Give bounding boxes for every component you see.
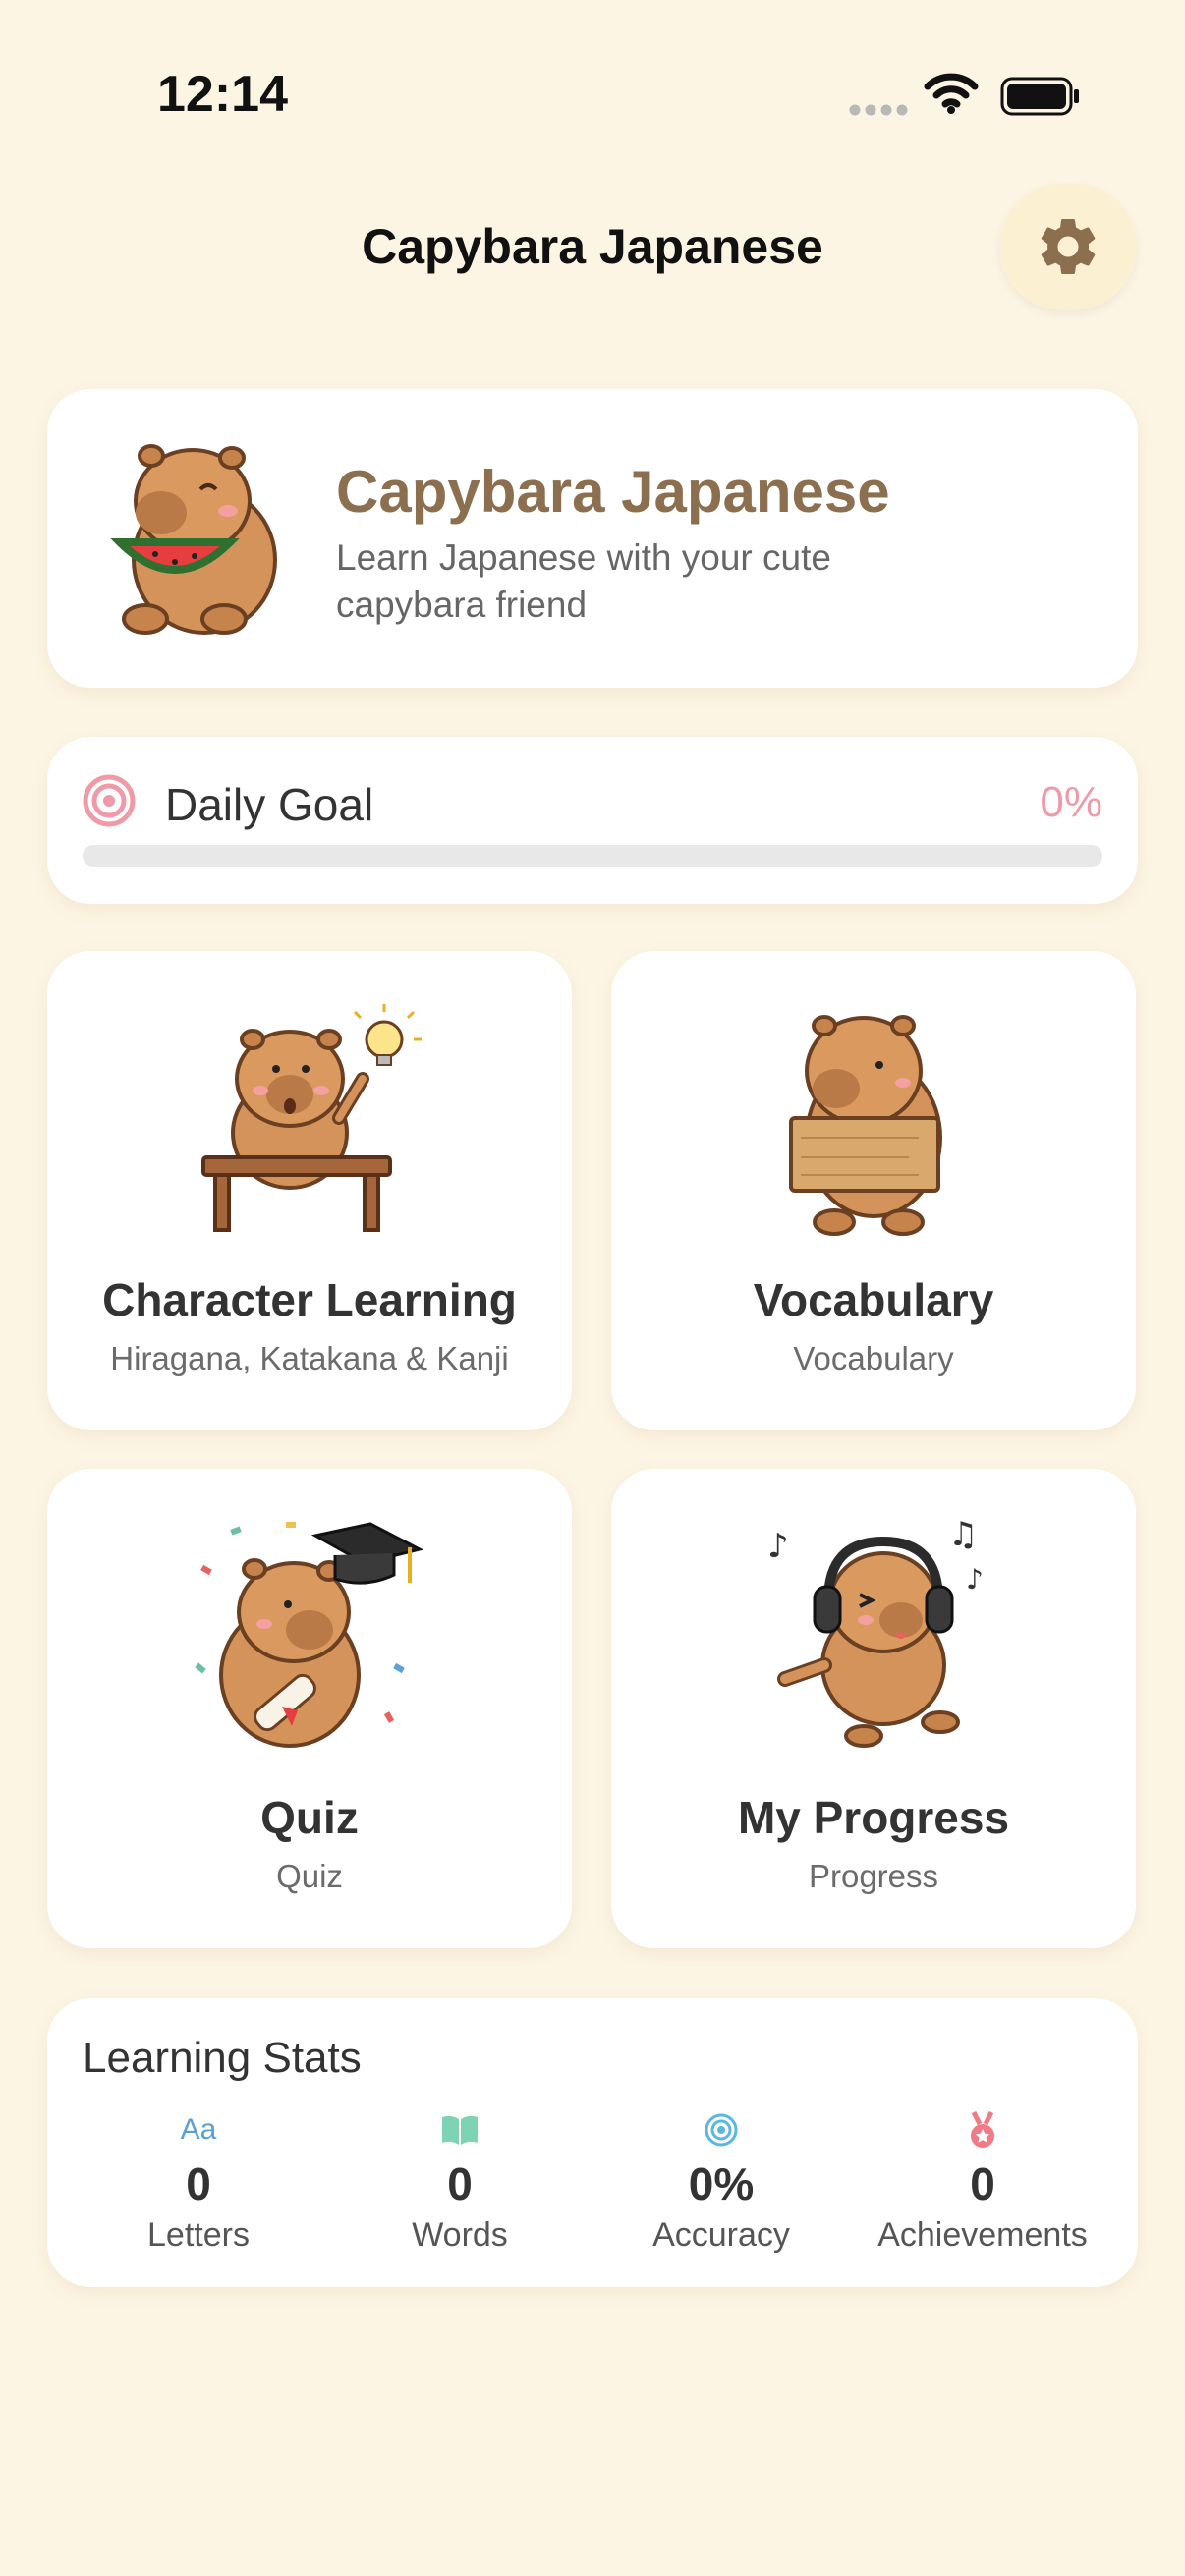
- cellular-signal-icon: [849, 104, 908, 116]
- learning-stats-title: Learning Stats: [83, 2034, 362, 2082]
- hero-title: Capybara Japanese: [336, 459, 890, 525]
- svg-text:♪: ♪: [767, 1527, 789, 1566]
- character-learning-subtitle: Hiragana, Katakana & Kanji: [110, 1340, 509, 1376]
- stat-achievements-value: 0: [970, 2158, 995, 2210]
- settings-button[interactable]: [999, 183, 1137, 310]
- quiz-card[interactable]: Quiz Quiz: [47, 1469, 572, 1948]
- book-icon: [442, 2115, 478, 2145]
- status-time: 12:14: [157, 66, 288, 123]
- capybara-headphones-illustration: ♪ ♫ ♪: [767, 1518, 984, 1748]
- gear-icon: [1041, 218, 1096, 274]
- learning-stats-card: Learning Stats Aa 0 Letters 0 Words 0% A…: [47, 1998, 1138, 2287]
- stat-achievements: 0 Achievements: [875, 2108, 1091, 2255]
- my-progress-title: My Progress: [737, 1792, 1010, 1843]
- vocabulary-title: Vocabulary: [753, 1274, 994, 1325]
- daily-goal-label: Daily Goal: [165, 779, 374, 830]
- character-learning-title: Character Learning: [102, 1274, 517, 1325]
- hero-card: Capybara Japanese Learn Japanese with yo…: [47, 389, 1138, 688]
- vocabulary-subtitle: Vocabulary: [793, 1340, 954, 1376]
- stat-letters-value: 0: [186, 2158, 211, 2210]
- quiz-title: Quiz: [260, 1792, 359, 1843]
- stat-words-label: Words: [412, 2216, 508, 2254]
- target-icon: [705, 2113, 738, 2147]
- daily-goal-percent: 0%: [1040, 778, 1102, 826]
- daily-goal-card: Daily Goal 0%: [47, 737, 1138, 904]
- capybara-sign-illustration: [789, 1015, 942, 1236]
- svg-text:♫: ♫: [948, 1518, 978, 1554]
- capybara-desk-illustration: [201, 1004, 422, 1232]
- stat-accuracy-value: 0%: [688, 2158, 755, 2210]
- character-learning-card[interactable]: Character Learning Hiragana, Katakana & …: [47, 951, 572, 1430]
- stat-accuracy-label: Accuracy: [652, 2216, 790, 2254]
- battery-icon: [1000, 77, 1079, 116]
- medal-icon: [971, 2110, 994, 2148]
- capybara-graduation-illustration: [195, 1522, 424, 1748]
- wifi-icon: [924, 73, 979, 114]
- stat-accuracy: 0% Accuracy: [613, 2108, 829, 2255]
- letters-icon: Aa: [180, 2113, 217, 2146]
- capybara-watermelon-illustration: [110, 444, 277, 635]
- stat-words: 0 Words: [352, 2108, 568, 2255]
- vocabulary-card[interactable]: Vocabulary Vocabulary: [611, 951, 1136, 1430]
- stat-letters: Aa 0 Letters: [90, 2108, 307, 2255]
- svg-text:♪: ♪: [966, 1563, 984, 1596]
- stat-achievements-label: Achievements: [877, 2216, 1088, 2254]
- target-icon: [83, 774, 136, 827]
- daily-goal-progress-bar: [83, 845, 1102, 867]
- my-progress-card[interactable]: ♪ ♫ ♪ My Progress Progress: [611, 1469, 1136, 1948]
- hero-subtitle: Learn Japanese with your cute capybara f…: [336, 537, 831, 625]
- my-progress-subtitle: Progress: [808, 1858, 939, 1894]
- quiz-subtitle: Quiz: [276, 1858, 343, 1894]
- stat-words-value: 0: [447, 2158, 473, 2210]
- status-bar: 12:14: [0, 0, 1185, 187]
- stat-letters-label: Letters: [147, 2216, 250, 2254]
